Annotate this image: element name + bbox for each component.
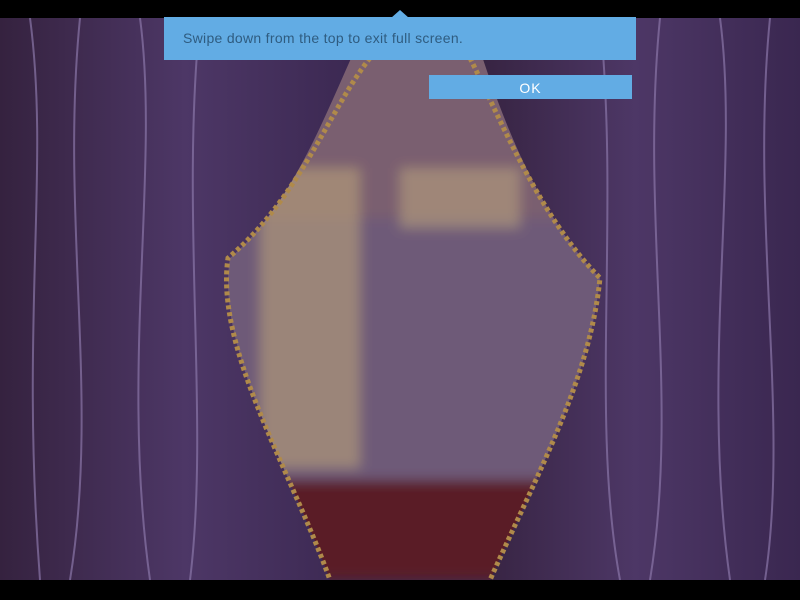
toast-message: Swipe down from the top to exit full scr…: [183, 30, 464, 46]
ok-button[interactable]: OK: [429, 75, 632, 99]
fullscreen-toast: Swipe down from the top to exit full scr…: [164, 17, 636, 60]
game-canvas[interactable]: [0, 18, 800, 580]
curtain-scene: [0, 18, 800, 580]
